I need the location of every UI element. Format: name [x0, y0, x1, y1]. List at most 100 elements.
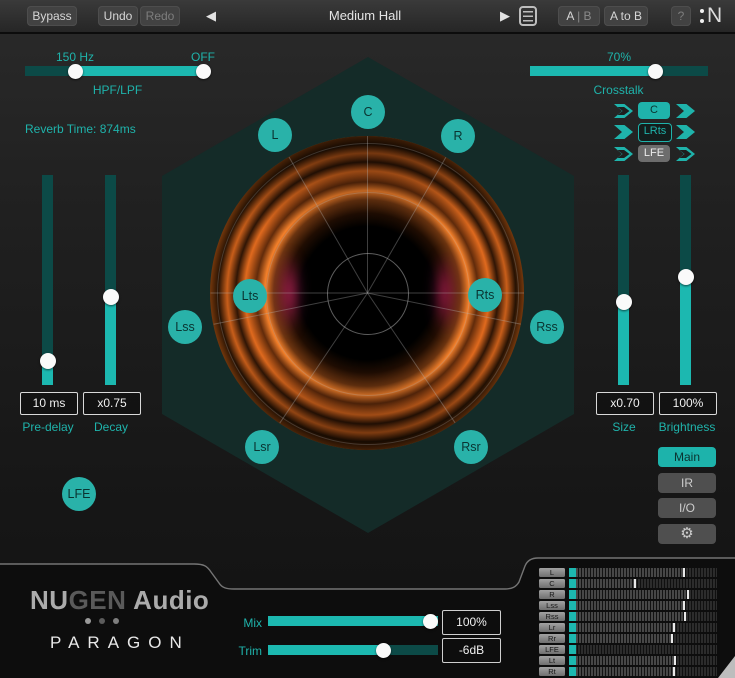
crosstalk-slider[interactable]	[530, 66, 708, 76]
preset-name[interactable]: Medium Hall	[280, 8, 450, 23]
preset-prev-icon[interactable]: ◀	[206, 8, 216, 24]
meter-row: R	[539, 590, 719, 599]
speaker-node-c[interactable]: C	[351, 95, 385, 129]
route-c-button[interactable]: C	[638, 102, 670, 119]
lpf-value-label: OFF	[173, 50, 233, 64]
speaker-node-rts[interactable]: Rts	[468, 278, 502, 312]
decay-handle[interactable]	[103, 289, 119, 305]
speaker-node-r[interactable]: R	[441, 119, 475, 153]
view-main-button[interactable]: Main	[658, 447, 716, 467]
route-out-c-icon[interactable]	[676, 104, 695, 118]
speaker-node-rss[interactable]: Rss	[530, 310, 564, 344]
help-button[interactable]: ?	[671, 6, 691, 26]
meter-channel-label: Lss	[539, 601, 565, 610]
meter-channel-label: Rr	[539, 634, 565, 643]
meter-channel-label: R	[539, 590, 565, 599]
meter-signal-segment	[569, 634, 576, 643]
meter-bar	[569, 667, 717, 676]
pre-delay-handle[interactable]	[40, 353, 56, 369]
meter-channel-label: Lt	[539, 656, 565, 665]
size-value[interactable]: x0.70	[596, 392, 654, 415]
meter-peak-marker	[671, 634, 673, 643]
mix-handle[interactable]	[423, 614, 438, 629]
hpf-lpf-label: HPF/LPF	[60, 83, 175, 97]
view-io-button[interactable]: I/O	[658, 498, 716, 518]
mix-slider[interactable]	[268, 616, 438, 626]
meter-row: Lr	[539, 623, 719, 632]
preset-list-icon[interactable]	[519, 6, 537, 26]
decay-label: Decay	[71, 420, 151, 434]
meter-row: Lss	[539, 601, 719, 610]
mix-label: Mix	[200, 616, 262, 630]
view-ir-button[interactable]: IR	[658, 473, 716, 493]
meter-peak-marker	[684, 612, 686, 621]
meter-peak-marker	[673, 623, 675, 632]
meter-signal-segment	[569, 612, 576, 621]
speaker-node-lss[interactable]: Lss	[168, 310, 202, 344]
meter-row: Rt	[539, 667, 719, 676]
meter-bar	[569, 579, 717, 588]
route-out-lfe-icon[interactable]	[676, 147, 695, 161]
trim-slider[interactable]	[268, 645, 438, 655]
route-lrts-button[interactable]: LRts	[638, 123, 672, 142]
brightness-handle[interactable]	[678, 269, 694, 285]
undo-button[interactable]: Undo	[98, 6, 138, 26]
ab-secondary-label: | B	[577, 9, 591, 23]
speaker-node-lfe[interactable]: LFE	[62, 477, 96, 511]
speaker-node-lts[interactable]: Lts	[233, 279, 267, 313]
meter-channel-label: C	[539, 579, 565, 588]
pre-delay-slider[interactable]	[42, 175, 53, 385]
pre-delay-value[interactable]: 10 ms	[20, 392, 78, 415]
meter-row: Rss	[539, 612, 719, 621]
trim-label: Trim	[200, 644, 262, 658]
speaker-node-l[interactable]: L	[258, 118, 292, 152]
route-out-lrts-icon[interactable]	[676, 125, 695, 139]
trim-handle[interactable]	[376, 643, 391, 658]
product-name: PARAGON	[50, 633, 190, 653]
crosstalk-handle[interactable]	[648, 64, 663, 79]
trim-value[interactable]: -6dB	[442, 638, 501, 663]
redo-button[interactable]: Redo	[140, 6, 180, 26]
route-in-lrts-icon[interactable]	[614, 125, 633, 139]
meter-channel-label: LFE	[539, 645, 565, 654]
hpf-value-label: 150 Hz	[45, 50, 105, 64]
crosstalk-label: Crosstalk	[561, 83, 676, 97]
speaker-node-rsr[interactable]: Rsr	[454, 430, 488, 464]
hpf-lpf-slider[interactable]	[25, 66, 208, 76]
grid-spoke	[367, 136, 368, 293]
hpf-handle[interactable]	[68, 64, 83, 79]
meter-peak-marker	[634, 579, 636, 588]
meter-row: C	[539, 579, 719, 588]
mix-value[interactable]: 100%	[442, 610, 501, 635]
ab-primary-label: A	[566, 9, 573, 23]
bypass-button[interactable]: Bypass	[27, 6, 77, 26]
size-handle[interactable]	[616, 294, 632, 310]
brightness-slider[interactable]	[680, 175, 691, 385]
ab-toggle-button[interactable]: A | B	[558, 6, 600, 26]
meter-signal-segment	[569, 590, 576, 599]
meter-channel-label: Lr	[539, 623, 565, 632]
route-lfe-button[interactable]: LFE	[638, 145, 670, 162]
decay-slider[interactable]	[105, 175, 116, 385]
brightness-value[interactable]: 100%	[659, 392, 717, 415]
meter-row: Lt	[539, 656, 719, 665]
decay-value[interactable]: x0.75	[83, 392, 141, 415]
brand-logo: NUGEN Audio	[30, 585, 209, 616]
meter-signal-segment	[569, 601, 576, 610]
lpf-handle[interactable]	[196, 64, 211, 79]
meter-row: LFE	[539, 645, 719, 654]
settings-gear-button[interactable]: ⚙	[658, 524, 716, 544]
meter-peak-marker	[683, 568, 685, 577]
meter-peak-marker	[687, 590, 689, 599]
route-in-c-icon[interactable]	[614, 104, 633, 118]
meter-peak-marker	[683, 601, 685, 610]
top-bar: Bypass Undo Redo ◀ Medium Hall ▶ A | B A…	[0, 0, 735, 34]
meter-row: Rr	[539, 634, 719, 643]
preset-next-icon[interactable]: ▶	[500, 8, 510, 24]
meter-signal-segment	[569, 667, 576, 676]
a-to-b-button[interactable]: A to B	[604, 6, 648, 26]
speaker-node-lsr[interactable]: Lsr	[245, 430, 279, 464]
meter-signal-segment	[569, 579, 576, 588]
route-in-lfe-icon[interactable]	[614, 147, 633, 161]
size-slider[interactable]	[618, 175, 629, 385]
